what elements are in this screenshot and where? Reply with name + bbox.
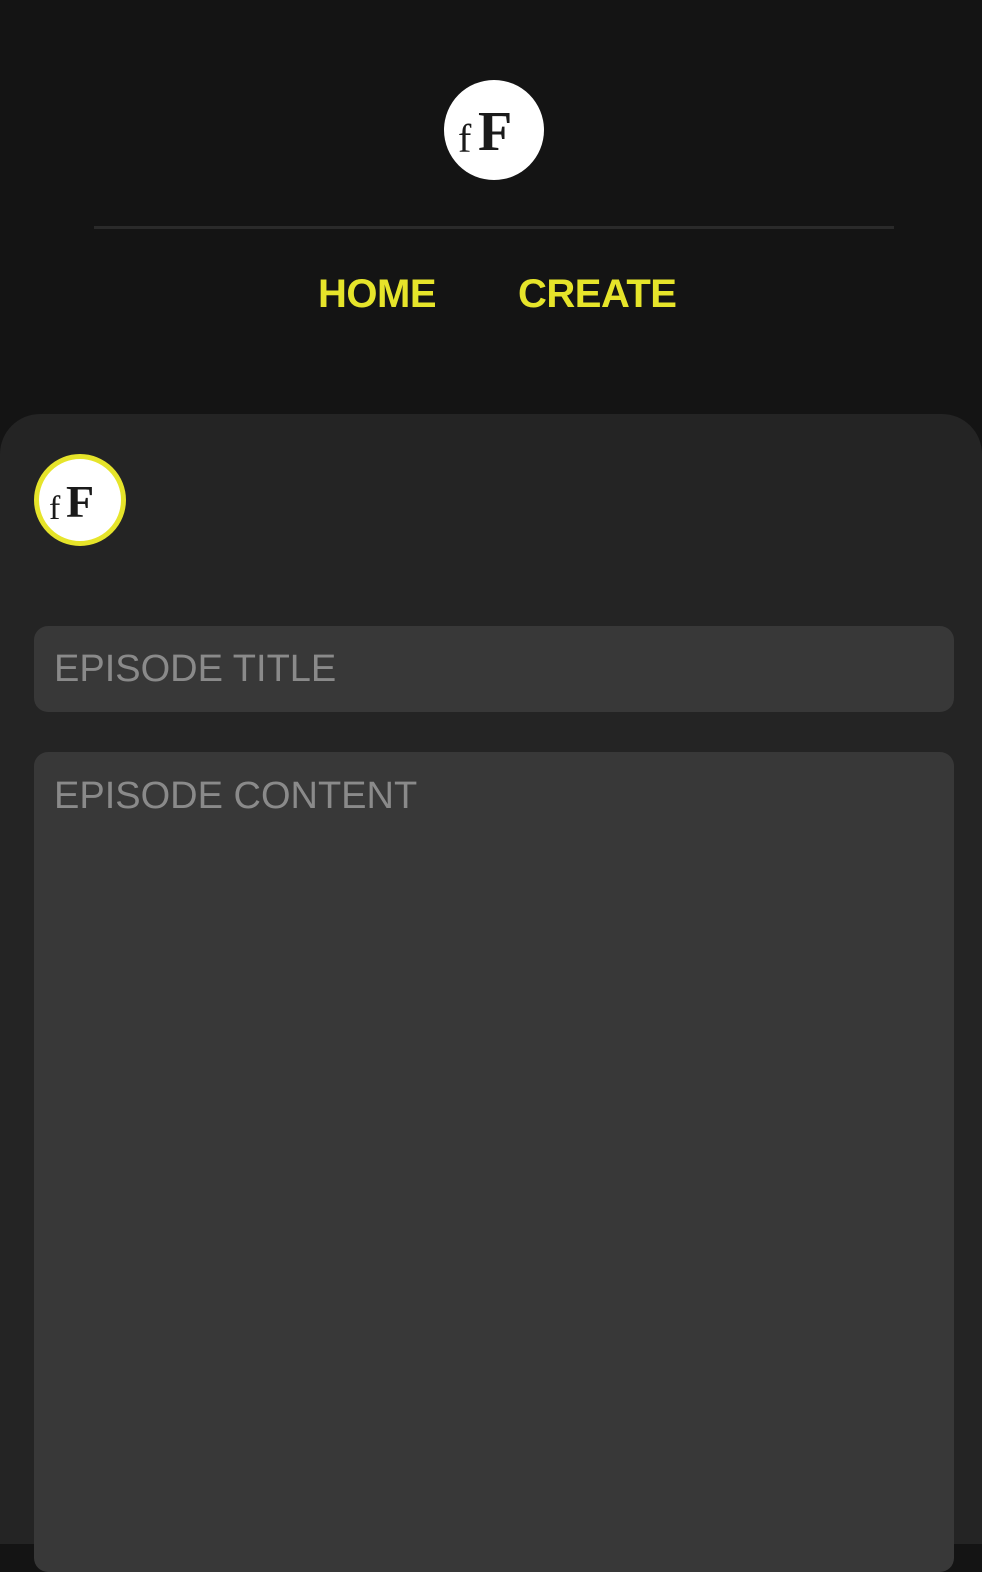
svg-text:f: f (49, 490, 61, 527)
header-divider (94, 226, 894, 229)
podcast-avatar-icon[interactable]: f F (34, 454, 126, 546)
logo-mark: f F (458, 101, 512, 163)
brand-logo-icon[interactable]: f F (444, 80, 544, 180)
main-nav: HOME CREATE (0, 270, 982, 318)
top-header: f F HOME CREATE (0, 0, 982, 396)
svg-text:f: f (458, 116, 472, 161)
nav-home-link[interactable]: HOME (318, 270, 437, 318)
nav-create-link[interactable]: CREATE (518, 270, 677, 318)
episode-content-textarea[interactable] (34, 752, 954, 1572)
create-episode-panel: f F (0, 414, 982, 1572)
svg-text:F: F (66, 476, 94, 527)
avatar-logo-mark: f F (49, 476, 94, 527)
svg-text:F: F (478, 101, 512, 163)
episode-title-input[interactable] (34, 626, 954, 712)
